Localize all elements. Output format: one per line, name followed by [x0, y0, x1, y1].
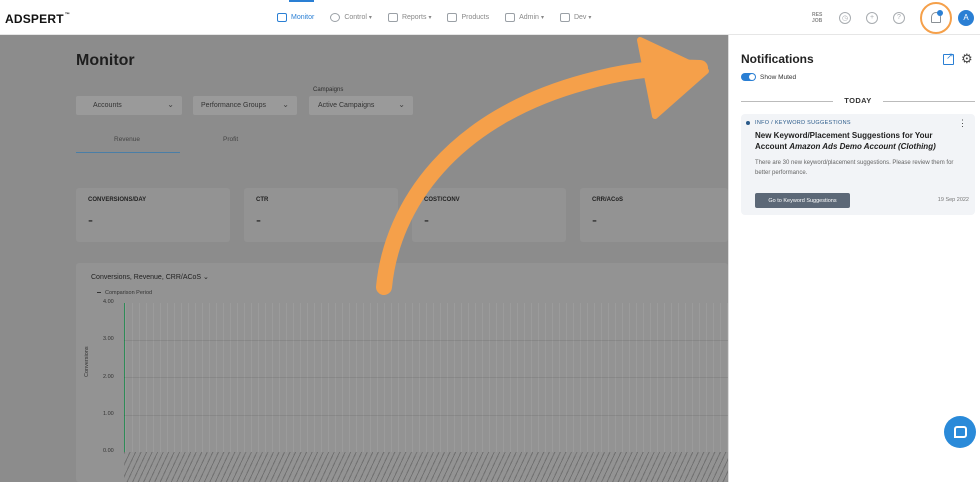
metric-value: -: [592, 212, 597, 229]
notification-heading: New Keyword/Placement Suggestions for Yo…: [755, 131, 936, 151]
nav-control-label: Control: [344, 14, 367, 21]
show-muted-label: Show Muted: [760, 74, 797, 81]
control-icon: [330, 13, 341, 22]
chat-icon: [953, 426, 967, 438]
chart-metric-selector[interactable]: Conversions, Revenue, CRR/ACoS ⌄: [91, 273, 209, 281]
dev-icon: [559, 13, 570, 22]
document-icon[interactable]: RES JOB: [812, 12, 824, 24]
metric-label: CTR: [256, 197, 269, 203]
metric-value: -: [88, 212, 93, 229]
metric-ctr: CTR -: [244, 188, 398, 242]
metric-crr-acos: CRR/ACoS -: [580, 188, 728, 242]
accounts-select[interactable]: Accounts ⌄: [76, 96, 182, 115]
metric-label: CONVERSIONS/DAY: [88, 197, 147, 203]
nav-reports[interactable]: Reports ▾: [387, 0, 432, 35]
y-tick: 2.00: [103, 374, 114, 380]
campaigns-select-label: Active Campaigns: [318, 102, 375, 109]
metric-cost-conv: COST/CONV -: [412, 188, 566, 242]
chevron-down-icon: ⌄: [167, 100, 174, 109]
chat-support-button[interactable]: [944, 416, 976, 448]
y-tick: 1.00: [103, 411, 114, 417]
tab-profit[interactable]: Profit: [223, 136, 238, 143]
reports-icon: [387, 13, 398, 22]
history-icon[interactable]: ◷: [839, 11, 851, 24]
avatar[interactable]: A: [958, 9, 974, 26]
grid-line: [124, 340, 728, 341]
settings-gear-icon[interactable]: ⚙: [961, 51, 973, 67]
nav-products-label: Products: [461, 14, 490, 21]
y-tick: 0.00: [103, 448, 114, 454]
notifications-title: Notifications: [741, 52, 814, 66]
metric-label: COST/CONV: [424, 197, 460, 203]
notification-body: There are 30 new keyword/placement sugge…: [755, 160, 954, 176]
admin-icon: [505, 13, 516, 22]
nav-products[interactable]: Products: [447, 0, 489, 35]
chevron-down-icon: ▾: [428, 15, 432, 21]
performance-groups-label: Performance Groups: [201, 102, 266, 109]
metric-value: -: [256, 212, 261, 229]
nav-monitor[interactable]: Monitor: [277, 0, 315, 35]
more-options-icon[interactable]: ⋮: [958, 119, 967, 128]
add-icon[interactable]: +: [866, 11, 878, 24]
nav-admin[interactable]: Admin ▾: [505, 0, 544, 35]
y-tick: 4.00: [103, 299, 114, 305]
nav-reports-label: Reports: [401, 14, 427, 21]
account-name: Amazon Ads Demo Account (Clothing): [789, 142, 936, 151]
nav-admin-label: Admin: [519, 14, 539, 21]
products-icon: [447, 13, 458, 22]
performance-groups-select[interactable]: Performance Groups ⌄: [193, 96, 297, 115]
active-tab-indicator: [76, 152, 180, 153]
monitor-page: Monitor Accounts ⌄ Performance Groups ⌄ …: [0, 35, 728, 482]
help-icon[interactable]: ?: [893, 11, 905, 24]
nav-dev-label: Dev: [573, 14, 587, 21]
y-tick: 3.00: [103, 336, 114, 342]
tab-revenue[interactable]: Revenue: [114, 136, 140, 143]
today-divider: TODAY: [741, 96, 975, 106]
monitor-icon: [277, 13, 287, 22]
notification-badge: [937, 9, 943, 16]
accounts-select-label: Accounts: [93, 102, 122, 109]
grid-line: [124, 377, 728, 378]
grid-line: [124, 415, 728, 416]
x-axis-date-labels: [124, 452, 728, 482]
show-muted-toggle[interactable]: [741, 73, 756, 81]
page-title: Monitor: [76, 52, 135, 69]
chart-legend: Comparison Period: [97, 290, 152, 296]
chevron-down-icon: ▾: [368, 15, 372, 21]
notifications-button[interactable]: [920, 1, 952, 34]
notification-card[interactable]: INFO / KEYWORD SUGGESTIONS ⋮ New Keyword…: [741, 114, 975, 215]
header-actions: RES JOB ◷ + ? A: [812, 0, 980, 35]
notification-date: 19 Sep 2022: [937, 197, 969, 203]
go-to-keyword-suggestions-button[interactable]: Go to Keyword Suggestions: [755, 193, 850, 208]
metric-conversions-day: CONVERSIONS/DAY -: [76, 188, 230, 242]
metric-label: CRR/ACoS: [592, 197, 623, 203]
nav-dev[interactable]: Dev ▾: [559, 0, 592, 35]
notification-category: INFO / KEYWORD SUGGESTIONS: [746, 120, 851, 126]
chevron-down-icon: ⌄: [398, 100, 405, 109]
today-label: TODAY: [844, 96, 872, 105]
campaigns-label: Campaigns: [313, 87, 344, 93]
chevron-down-icon: ▾: [588, 15, 592, 21]
nav-control[interactable]: Control ▾: [330, 0, 372, 35]
open-external-icon[interactable]: [943, 51, 954, 65]
nav-monitor-label: Monitor: [291, 14, 315, 21]
main-nav: Monitor Control ▾ Reports ▾ Products Adm…: [277, 0, 607, 35]
top-bar: ADSPERT™ Monitor Control ▾ Reports ▾ Pro…: [0, 0, 980, 35]
notifications-panel: Notifications ⚙ Show Muted TODAY INFO / …: [728, 35, 980, 482]
campaigns-select[interactable]: Active Campaigns ⌄: [309, 96, 413, 115]
chevron-down-icon: ⌄: [282, 100, 289, 109]
chevron-down-icon: ▾: [540, 15, 544, 21]
metric-value: -: [424, 212, 429, 229]
y-axis-label: Conversions: [84, 346, 90, 377]
logo[interactable]: ADSPERT™: [5, 12, 70, 26]
